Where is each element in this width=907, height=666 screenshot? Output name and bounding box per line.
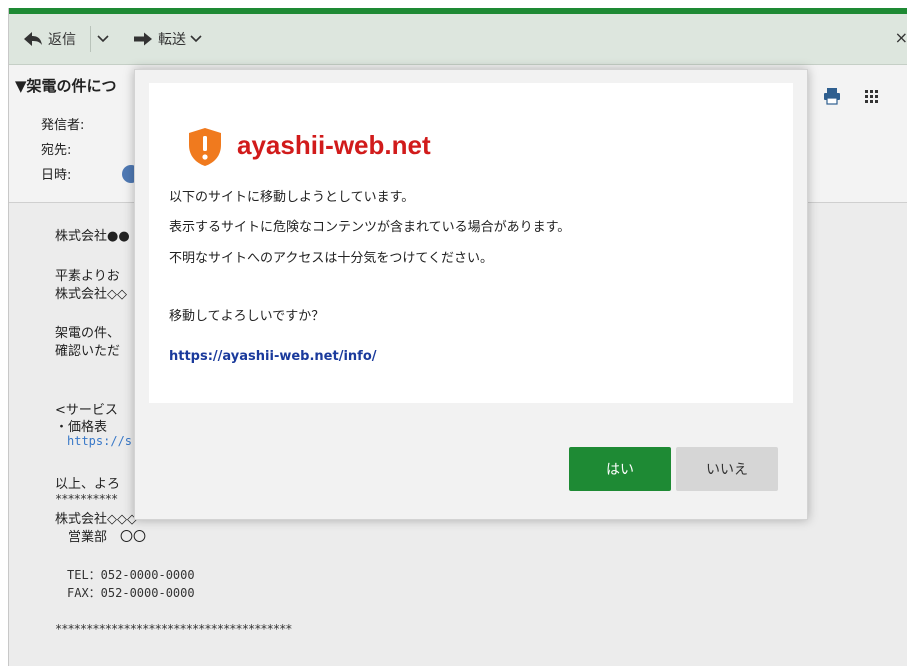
chevron-down-icon (97, 35, 109, 43)
reply-label: 返信 (48, 32, 76, 48)
mail-subject: ▼架電の件につ (15, 77, 117, 95)
signature-company: 株式会社◇◇◇ (55, 512, 137, 527)
signature-fax: FAX：052-0000-0000 (67, 586, 195, 600)
from-label: 発信者: (41, 118, 85, 133)
body-line: 架電の件、 (55, 326, 121, 341)
toolbar-divider (90, 26, 91, 52)
dialog-content: ayashii-web.net 以下のサイトに移動しようとしています。 表示する… (149, 83, 793, 403)
dialog-message: 不明なサイトへのアクセスは十分気をつけてください。 (169, 251, 493, 266)
mail-toolbar: 返信 転送 × (9, 14, 907, 65)
warning-shield-icon (187, 127, 223, 171)
signature-department: 営業部 〇〇 (55, 530, 147, 545)
print-icon[interactable] (823, 87, 841, 109)
link-warning-dialog: ayashii-web.net 以下のサイトに移動しようとしています。 表示する… (134, 69, 808, 520)
body-line: ・価格表 (55, 420, 108, 435)
body-line: 株式会社●● (55, 229, 130, 244)
reply-options-button[interactable] (97, 28, 109, 50)
to-label: 宛先: (41, 143, 72, 158)
dialog-message: 表示するサイトに危険なコンテンツが含まれている場合があります。 (169, 220, 571, 235)
close-button[interactable]: × (895, 28, 907, 47)
destination-url-link[interactable]: https://ayashii-web.net/info/ (169, 349, 377, 364)
separator-line: ********** (55, 492, 118, 506)
apps-grid-icon[interactable] (865, 89, 879, 108)
reply-arrow-icon (23, 31, 43, 47)
reply-button[interactable]: 返信 (23, 28, 76, 50)
body-line: 確認いただ (55, 344, 121, 359)
body-link[interactable]: https://s (67, 434, 132, 448)
separator-line: ************************************** (55, 622, 293, 636)
dialog-domain-title: ayashii-web.net (237, 130, 431, 160)
no-button[interactable]: いいえ (676, 447, 778, 491)
dialog-message: 以下のサイトに移動しようとしています。 (169, 190, 415, 205)
dialog-question: 移動してよろしいですか？ (169, 309, 325, 324)
forward-button[interactable]: 転送 (133, 28, 202, 50)
body-line: 株式会社◇◇ (55, 287, 127, 302)
chevron-down-icon (190, 35, 202, 43)
forward-arrow-icon (133, 32, 153, 46)
body-line: 以上、よろ (55, 477, 121, 492)
body-line: 平素よりお (55, 269, 120, 284)
signature-tel: TEL：052-0000-0000 (67, 568, 195, 582)
date-label: 日時: (41, 168, 72, 183)
forward-label: 転送 (158, 32, 186, 48)
yes-button[interactable]: はい (569, 447, 671, 491)
